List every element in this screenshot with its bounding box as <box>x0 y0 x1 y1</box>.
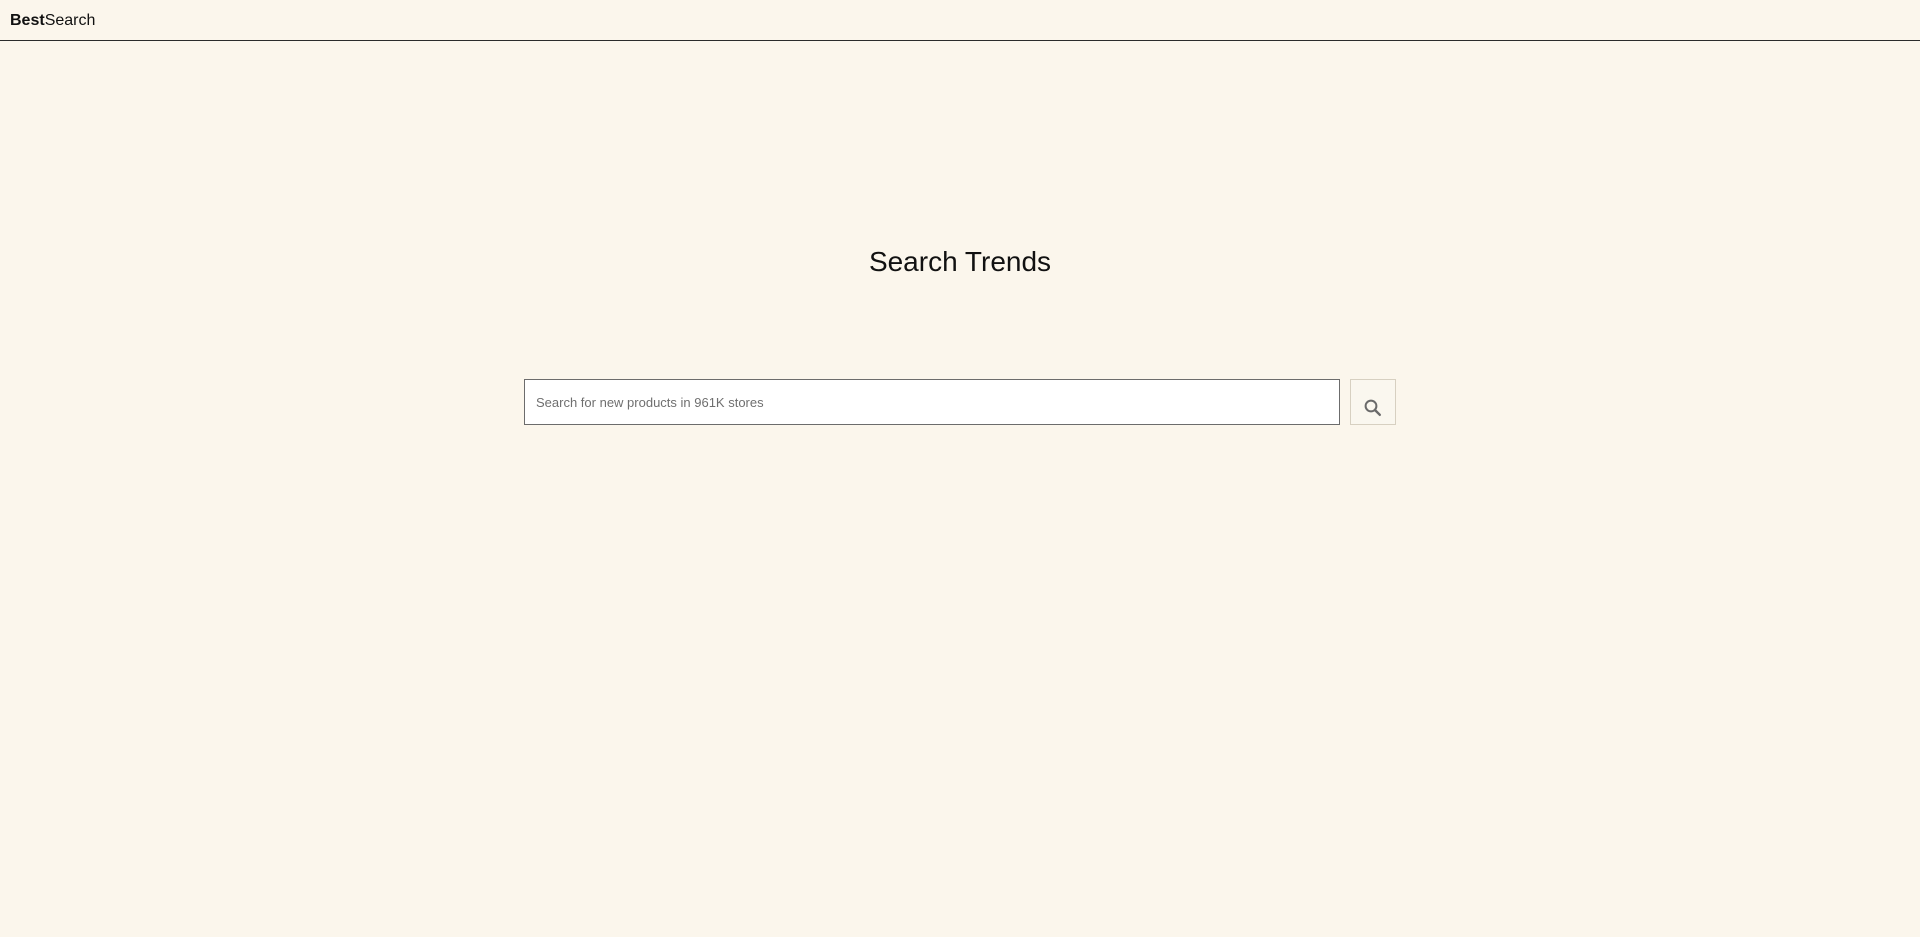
bestsearch-logo[interactable]: BestSearch <box>10 12 95 30</box>
search-area <box>524 379 1396 425</box>
page-title: Search Trends <box>868 246 1052 277</box>
search-button[interactable] <box>1350 379 1396 425</box>
product-search-input[interactable] <box>524 379 1340 425</box>
logo-search-text: Search <box>44 12 96 29</box>
top-navigation-bar: BestSearch <box>0 0 1920 41</box>
search-icon <box>1351 398 1395 418</box>
logo-best-text: Best <box>10 12 45 29</box>
